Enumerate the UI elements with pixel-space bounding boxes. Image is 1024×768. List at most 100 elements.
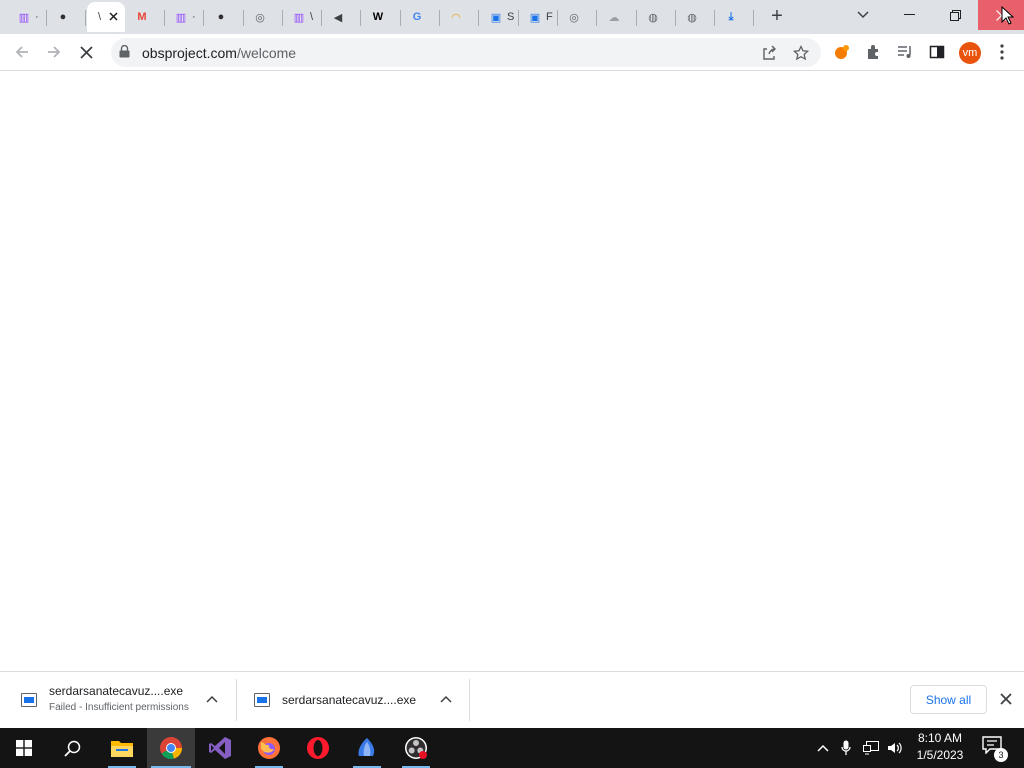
chevron-up-icon[interactable] <box>440 692 452 706</box>
opera-icon <box>307 737 329 759</box>
show-all-downloads-button[interactable]: Show all <box>910 685 987 714</box>
side-panel-icon[interactable] <box>927 42 947 62</box>
windows-taskbar: 8:10 AM 1/5/2023 3 <box>0 728 1024 768</box>
browser-tab[interactable]: ● <box>47 2 86 32</box>
browser-tab[interactable]: G <box>401 2 440 32</box>
kebab-menu-icon[interactable] <box>992 42 1012 62</box>
url-text: obsproject.com/welcome <box>142 45 296 61</box>
twitch-icon: ▥ <box>175 11 187 24</box>
browser-tab[interactable]: ▥ · <box>8 2 47 32</box>
cloud-icon: ☁ <box>608 11 620 24</box>
browser-tab[interactable]: M <box>126 2 165 32</box>
tab-separator <box>85 10 86 26</box>
windows-logo-icon <box>16 740 32 756</box>
url-path: /welcome <box>236 45 297 61</box>
app-taskbar-button[interactable] <box>343 728 391 768</box>
arrow-right-icon <box>48 46 61 58</box>
tab-separator <box>360 10 361 26</box>
chrome-icon: ◎ <box>569 11 579 24</box>
stop-loading-button[interactable] <box>74 40 98 64</box>
arrow-left-icon <box>15 46 28 58</box>
speaker-icon: ◀ <box>333 11 343 24</box>
browser-tab[interactable]: ⤓ <box>715 2 754 32</box>
browser-tab[interactable]: ◎ <box>558 2 597 32</box>
tab-title: S <box>507 11 515 23</box>
tab-separator <box>478 10 479 26</box>
obs-icon: ● <box>217 11 225 23</box>
download-status: Failed - Insufficient permissions <box>49 702 189 713</box>
globe-icon: ◍ <box>687 11 697 24</box>
download-icon: ⤓ <box>728 10 734 23</box>
browser-tab[interactable]: \ <box>87 2 125 32</box>
avatar[interactable]: vm <box>959 42 981 64</box>
twitch-icon: ▥ <box>293 11 305 24</box>
close-download-shelf-button[interactable] <box>996 688 1016 710</box>
download-shelf: serdarsanatecavuz....exe Failed - Insuff… <box>0 671 1024 728</box>
microphone-icon[interactable] <box>836 728 856 768</box>
address-bar[interactable]: obsproject.com/welcome <box>111 38 821 67</box>
back-button[interactable] <box>10 40 34 64</box>
obs-taskbar-button[interactable] <box>392 728 440 768</box>
opera-button[interactable] <box>294 728 342 768</box>
close-tab-icon[interactable] <box>109 8 118 24</box>
close-icon <box>79 45 93 59</box>
chevron-up-icon[interactable] <box>206 692 218 706</box>
minimize-button[interactable] <box>886 0 932 30</box>
taskbar-clock[interactable]: 8:10 AM 1/5/2023 <box>905 730 975 766</box>
minimize-icon <box>903 14 915 15</box>
monitor-icon: ▣ <box>490 11 502 24</box>
monitor-icon: ▣ <box>529 11 541 24</box>
close-icon <box>1000 693 1012 705</box>
browser-tab[interactable]: ▣ F <box>519 2 558 32</box>
taskbar-search-button[interactable] <box>48 728 96 768</box>
app-icon <box>358 738 375 756</box>
firefox-button[interactable] <box>245 728 293 768</box>
clock-date: 1/5/2023 <box>916 748 964 762</box>
new-tab-button[interactable]: + <box>765 4 789 28</box>
action-center-button[interactable]: 3 <box>982 736 1008 762</box>
obs-icon <box>405 737 427 759</box>
tab-search-button[interactable] <box>840 0 886 30</box>
browser-tab[interactable]: ◍ <box>637 2 676 32</box>
page-viewport[interactable] <box>0 71 1024 671</box>
twitch-icon: ▥ <box>18 11 30 24</box>
start-button[interactable] <box>0 728 48 768</box>
extension-icon[interactable] <box>832 42 852 62</box>
download-item[interactable]: serdarsanatecavuz....exe <box>237 672 470 728</box>
url-host: obsproject.com <box>142 45 237 61</box>
forward-button[interactable] <box>42 40 66 64</box>
bookmark-star-icon[interactable] <box>792 44 810 62</box>
media-control-icon[interactable] <box>895 42 915 62</box>
puzzle-icon[interactable] <box>864 42 884 62</box>
show-hidden-icons-button[interactable] <box>812 728 834 768</box>
chevron-up-icon <box>817 744 829 752</box>
file-explorer-button[interactable] <box>98 728 146 768</box>
browser-tab[interactable]: ◍ <box>676 2 715 32</box>
download-filename: serdarsanatecavuz....exe <box>49 684 184 698</box>
volume-icon[interactable] <box>884 728 906 768</box>
google-icon: G <box>412 11 422 23</box>
notification-count-badge: 3 <box>994 748 1008 762</box>
tab-title: F <box>546 11 553 23</box>
browser-tab[interactable]: ▥ \ <box>283 2 322 32</box>
gmail-icon: M <box>137 11 147 23</box>
browser-tab[interactable]: ◠ <box>440 2 479 32</box>
browser-tab[interactable]: ◀ <box>322 2 361 32</box>
browser-tab[interactable]: ☁ <box>598 2 637 32</box>
tab-title: \ <box>98 11 102 23</box>
visual-studio-icon <box>209 737 231 759</box>
browser-tab[interactable]: ● <box>205 2 244 32</box>
download-item[interactable]: serdarsanatecavuz....exe Failed - Insuff… <box>0 672 237 728</box>
browser-tab[interactable]: W <box>362 2 401 32</box>
browser-tab[interactable]: ▥ · <box>165 2 204 32</box>
network-icon[interactable] <box>860 728 882 768</box>
visual-studio-button[interactable] <box>196 728 244 768</box>
chrome-taskbar-button[interactable] <box>147 728 195 768</box>
share-icon[interactable] <box>760 44 778 62</box>
tab-separator <box>203 10 204 26</box>
browser-tab[interactable]: ▣ S <box>480 2 519 32</box>
rainbow-icon: ◠ <box>451 11 461 24</box>
browser-tab[interactable]: ◎ <box>244 2 283 32</box>
restore-button[interactable] <box>932 0 978 30</box>
restore-icon <box>949 9 961 21</box>
